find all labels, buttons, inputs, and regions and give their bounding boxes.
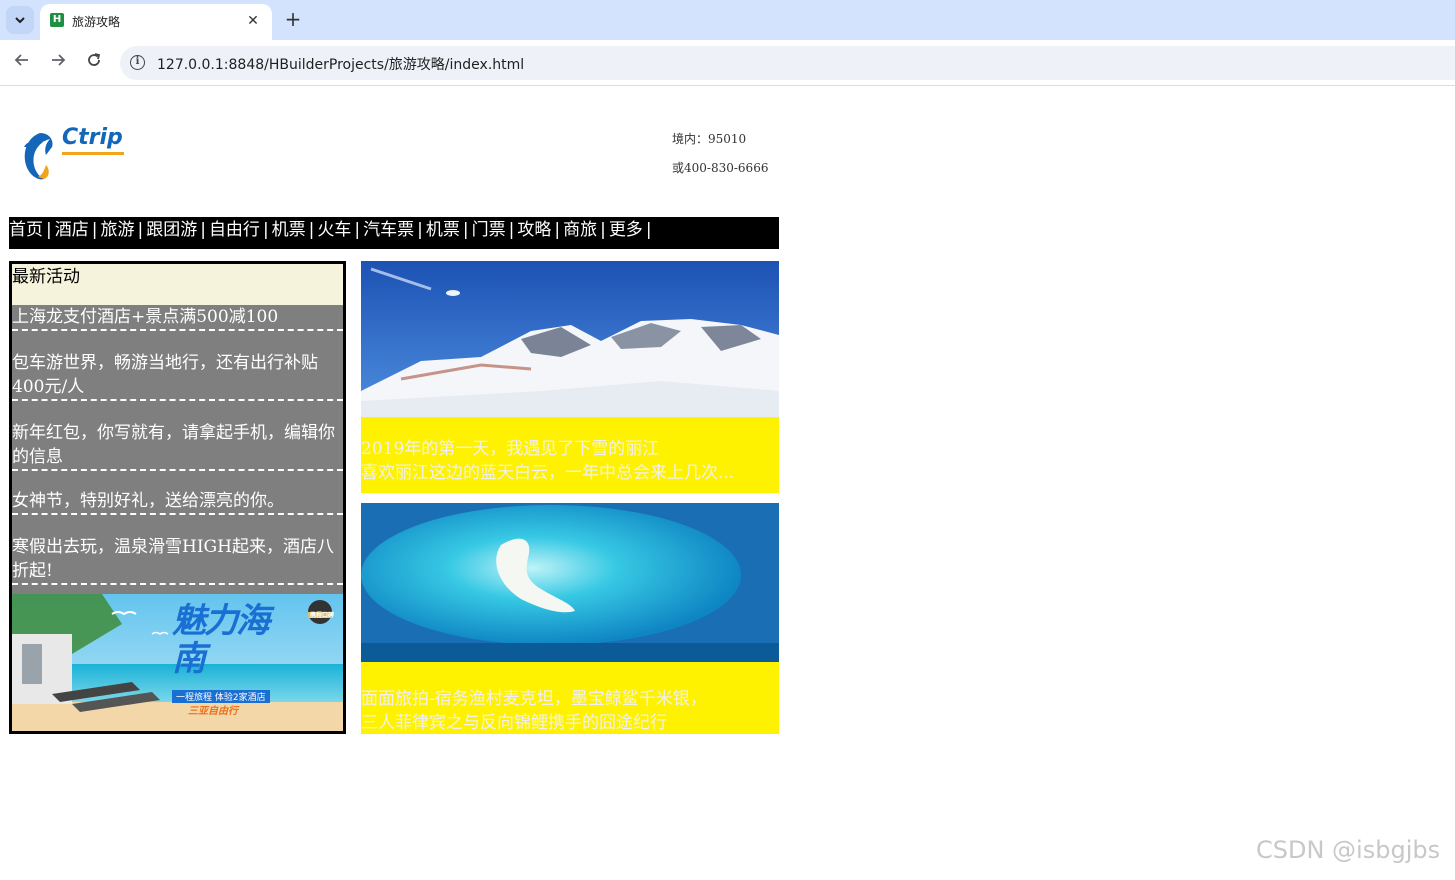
nav-item[interactable]: 商旅 <box>563 219 597 241</box>
new-tab-button[interactable]: + <box>282 8 304 30</box>
card-cebu-line2: 三人菲律宾之与反向锦鲤携手的囧途纪行 <box>361 713 667 733</box>
activity-item[interactable]: 寒假出去玩，温泉滑雪HIGH起来，酒店八折起! <box>12 515 343 585</box>
nav-item[interactable]: 酒店 <box>55 219 89 241</box>
nav-item[interactable]: 机票 <box>426 219 460 241</box>
nav-item[interactable]: 跟团游 <box>146 219 197 241</box>
hbuilder-favicon-icon: H <box>50 13 64 27</box>
back-icon[interactable] <box>11 52 33 74</box>
snow-mountain-image <box>361 261 779 417</box>
csdn-watermark: CSDN @isbgjbs <box>1256 836 1441 864</box>
nav-item[interactable]: 攻略 <box>517 219 551 241</box>
nav-separator: | <box>308 220 315 240</box>
nav-item[interactable]: 首页 <box>9 219 43 241</box>
site-info-icon[interactable]: i <box>130 55 145 70</box>
nav-item[interactable]: 门票 <box>472 219 506 241</box>
card-cebu-line1: 面面旅拍-宿务渔村麦克坦，墨宝鲸鲨千米银， <box>361 689 707 709</box>
nav-separator: | <box>46 220 52 240</box>
logo-text: Ctrip <box>62 125 123 150</box>
card-lijiang-line2: 喜欢丽江这边的蓝天白云，一年中总会来上几次... <box>361 463 735 483</box>
hotline-info: 境内：95010 或400-830-6666 <box>672 125 768 183</box>
nav-separator: | <box>462 220 469 240</box>
latest-activities-panel: 最新活动 上海龙支付酒店+景点满500减100 包车游世界，畅游当地行，还有出行补… <box>9 261 346 734</box>
card-lijiang-text: 2019年的第一天，我遇见了下雪的丽江 喜欢丽江这边的蓝天白云，一年中总会来上几… <box>361 437 779 485</box>
nav-separator: | <box>645 220 652 240</box>
ctrip-logo[interactable]: Ctrip <box>20 121 132 185</box>
hainan-badge: 携程口碑 <box>310 612 335 619</box>
nav-separator: | <box>137 220 144 240</box>
card-cebu-text: 面面旅拍-宿务渔村麦克坦，墨宝鲸鲨千米银， 三人菲律宾之与反向锦鲤携手的囧途纪行 <box>361 687 779 734</box>
activities-list: 上海龙支付酒店+景点满500减100 包车游世界，畅游当地行，还有出行补贴400元… <box>12 305 343 599</box>
card-lijiang-line1: 2019年的第一天，我遇见了下雪的丽江 <box>361 439 660 459</box>
hainan-banner[interactable]: 魅力海南 一程旅程 体验2家酒店 三亚自由行 携程口碑 <box>12 594 343 731</box>
nav-item[interactable]: 汽车票 <box>363 219 414 241</box>
activity-item[interactable]: 女神节，特别好礼，送给漂亮的你。 <box>12 471 343 515</box>
activity-item[interactable]: 包车游世界，畅游当地行，还有出行补贴400元/人 <box>12 331 343 401</box>
logo-underline <box>62 152 124 155</box>
tab-title: 旅游攻略 <box>72 15 121 29</box>
nav-item[interactable]: 旅游 <box>100 219 134 241</box>
hotline-alt: 或400-830-6666 <box>672 161 769 175</box>
main-nav-bar: 首页 | 酒店 | 旅游 | 跟团游 | 自由行 | 机票 | 火车 | 汽车票 | 机票 | 门票 | 攻略 | 商旅 | 更… <box>9 217 779 249</box>
hotline-domestic: 境内：95010 <box>672 132 747 146</box>
nav-separator: | <box>200 220 206 240</box>
nav-item[interactable]: 更多 <box>609 219 643 241</box>
hainan-title: 魅力海南 <box>172 601 270 679</box>
url-text[interactable]: 127.0.0.1:8848/HBuilderProjects/旅游攻略/ind… <box>157 54 524 74</box>
activity-item[interactable]: 上海龙支付酒店+景点满500减100 <box>12 305 343 331</box>
web-page: Ctrip 境内：95010 或400-830-6666 首页 | 酒店 | 旅游 | 跟团… <box>0 87 1455 880</box>
chevron-down-icon <box>15 17 25 24</box>
nav-separator: | <box>600 220 606 240</box>
travel-card-cebu[interactable]: 面面旅拍-宿务渔村麦克坦，墨宝鲸鲨千米银， 三人菲律宾之与反向锦鲤携手的囧途纪行 <box>361 503 779 734</box>
activity-item[interactable]: 新年红包，你写就有，请拿起手机，编辑你的信息 <box>12 401 343 471</box>
nav-separator: | <box>262 220 269 240</box>
travel-card-lijiang[interactable]: 2019年的第一天，我遇见了下雪的丽江 喜欢丽江这边的蓝天白云，一年中总会来上几… <box>361 261 779 493</box>
nav-separator: | <box>354 220 361 240</box>
nav-separator: | <box>91 220 98 240</box>
nav-separator: | <box>508 220 515 240</box>
browser-tab[interactable]: H 旅游攻略 ✕ <box>40 4 272 40</box>
nav-item[interactable]: 火车 <box>317 219 351 241</box>
nav-item[interactable]: 机票 <box>272 219 306 241</box>
browser-toolbar: i 127.0.0.1:8848/HBuilderProjects/旅游攻略/i… <box>0 40 1455 86</box>
activities-title: 最新活动 <box>12 264 343 305</box>
browser-tab-bar: H 旅游攻略 ✕ + <box>0 0 1455 40</box>
nav-item[interactable]: 自由行 <box>209 219 260 241</box>
reload-icon[interactable] <box>83 52 105 74</box>
close-tab-icon[interactable]: ✕ <box>244 12 262 30</box>
address-bar[interactable]: i 127.0.0.1:8848/HBuilderProjects/旅游攻略/i… <box>120 46 1455 80</box>
nav-separator: | <box>417 220 423 240</box>
tab-search-button[interactable] <box>6 6 34 34</box>
forward-icon[interactable] <box>47 52 69 74</box>
nav-separator: | <box>554 220 561 240</box>
hainan-tag: 三亚自由行 <box>188 706 238 717</box>
ocean-island-image <box>361 503 779 662</box>
